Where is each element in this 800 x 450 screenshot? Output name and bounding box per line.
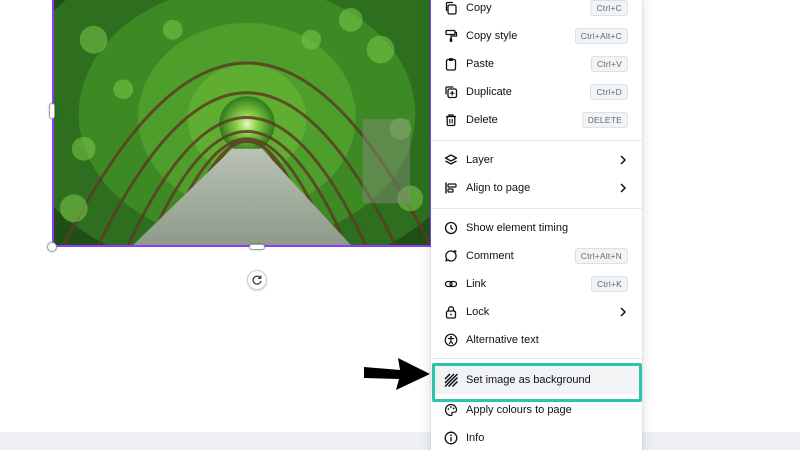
- menu-item-label: Comment: [466, 250, 514, 262]
- pointer-arrow-icon: [364, 358, 430, 390]
- menu-divider: [431, 358, 642, 359]
- copy-icon: [443, 0, 459, 16]
- highlight-box: [432, 363, 642, 402]
- accessibility-icon: [443, 332, 459, 348]
- menu-item-duplicate[interactable]: Duplicate Ctrl+D: [431, 78, 642, 106]
- menu-item-info[interactable]: Info: [431, 424, 642, 450]
- menu-item-label: Alternative text: [466, 334, 539, 346]
- shortcut-badge: Ctrl+Alt+C: [574, 28, 628, 44]
- menu-item-show-element-timing[interactable]: Show element timing: [431, 214, 642, 242]
- menu-item-label: Duplicate: [466, 86, 512, 98]
- menu-item-comment[interactable]: Comment Ctrl+Alt+N: [431, 242, 642, 270]
- tunnel-photo: [54, 0, 430, 245]
- menu-item-alternative-text[interactable]: Alternative text: [431, 326, 642, 354]
- menu-item-align-to-page[interactable]: Align to page: [431, 174, 642, 202]
- duplicate-icon: [443, 84, 459, 100]
- menu-item-layer[interactable]: Layer: [431, 146, 642, 174]
- link-icon: [443, 276, 459, 292]
- menu-item-label: Paste: [466, 58, 495, 70]
- menu-item-label: Delete: [466, 114, 498, 126]
- shortcut-badge: DELETE: [581, 112, 628, 128]
- menu-divider: [431, 208, 642, 209]
- menu-item-label: Layer: [466, 154, 494, 166]
- palette-icon: [443, 402, 459, 418]
- chevron-right-icon: [620, 183, 627, 193]
- rotate-handle[interactable]: [247, 270, 267, 290]
- resize-handle-bottom-left[interactable]: [47, 242, 57, 252]
- resize-handle-left[interactable]: [49, 103, 55, 119]
- menu-item-label: Align to page: [466, 182, 531, 194]
- info-icon: [443, 430, 459, 446]
- menu-item-copy-style[interactable]: Copy style Ctrl+Alt+C: [431, 22, 642, 50]
- menu-item-paste[interactable]: Paste Ctrl+V: [431, 50, 642, 78]
- menu-item-delete[interactable]: Delete DELETE: [431, 106, 642, 134]
- menu-item-link[interactable]: Link Ctrl+K: [431, 270, 642, 298]
- layers-icon: [443, 152, 459, 168]
- canvas-bottom-strip: [0, 432, 800, 450]
- menu-item-label: Link: [466, 278, 487, 290]
- resize-handle-bottom[interactable]: [249, 244, 265, 250]
- shortcut-badge: Ctrl+C: [590, 0, 628, 16]
- lock-icon: [443, 304, 459, 320]
- menu-item-label: Copy style: [466, 30, 518, 42]
- rotate-icon: [252, 275, 262, 285]
- menu-item-label: Info: [466, 432, 485, 444]
- chevron-right-icon: [620, 307, 627, 317]
- menu-item-lock[interactable]: Lock: [431, 298, 642, 326]
- menu-item-label: Copy: [466, 2, 492, 14]
- clipboard-icon: [443, 56, 459, 72]
- chevron-right-icon: [620, 155, 627, 165]
- shortcut-badge: Ctrl+D: [590, 84, 628, 100]
- shortcut-badge: Ctrl+K: [590, 276, 628, 292]
- selected-image[interactable]: [52, 0, 432, 247]
- trash-icon: [443, 112, 459, 128]
- menu-item-label: Show element timing: [466, 222, 569, 234]
- comment-icon: [443, 248, 459, 264]
- paint-roller-icon: [443, 28, 459, 44]
- menu-item-label: Lock: [466, 306, 490, 318]
- menu-divider: [431, 140, 642, 141]
- menu-item-copy[interactable]: Copy Ctrl+C: [431, 0, 642, 22]
- shortcut-badge: Ctrl+V: [590, 56, 628, 72]
- align-icon: [443, 180, 459, 196]
- shortcut-badge: Ctrl+Alt+N: [574, 248, 628, 264]
- clock-icon: [443, 220, 459, 236]
- menu-item-label: Apply colours to page: [466, 404, 572, 416]
